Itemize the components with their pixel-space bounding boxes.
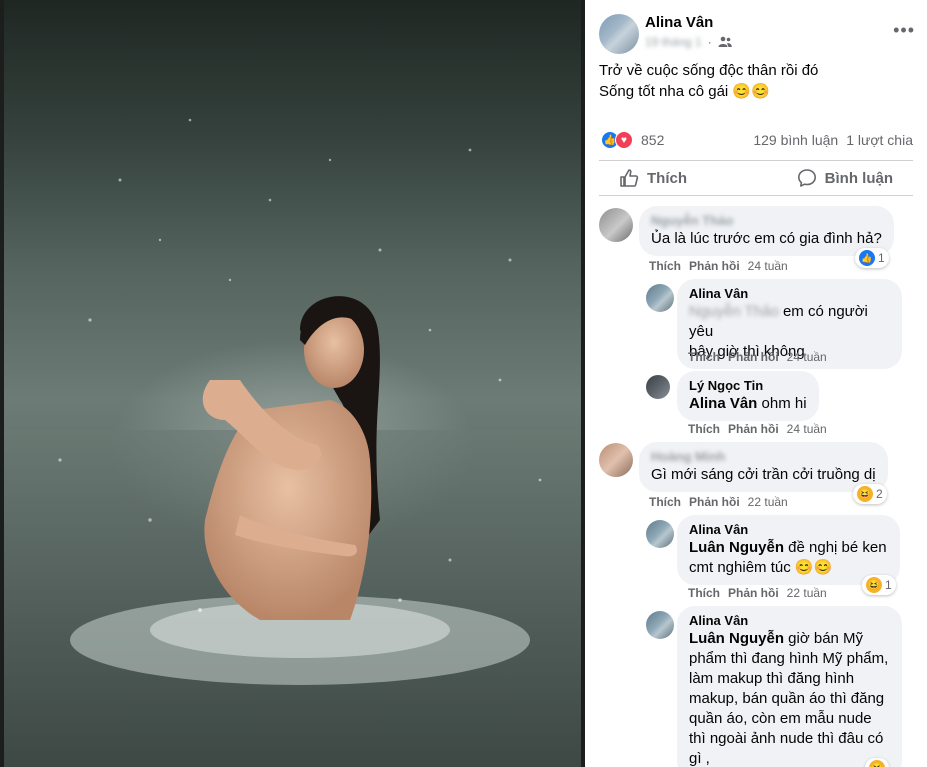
divider	[599, 160, 913, 161]
comment-reply-link[interactable]: Phản hồi	[689, 495, 740, 509]
reply-text-line: làm makup thì đăng hình	[689, 670, 855, 687]
comment-reactions[interactable]: 👍 1	[855, 248, 889, 268]
reply-author[interactable]: Alina Vân	[689, 286, 890, 302]
shares-count[interactable]: 1 lượt chia	[846, 132, 913, 148]
comment-button[interactable]: Bình luận	[777, 168, 913, 188]
reply-text-line-2: cmt nghiêm túc 😊😊	[689, 559, 833, 576]
thumbs-up-icon	[620, 169, 639, 187]
comment-reactions[interactable]: 😆 2	[853, 484, 887, 504]
replier-avatar[interactable]	[646, 520, 674, 548]
reply-text: Nguyễn Thảo em có người yêu	[689, 303, 868, 340]
comment-text: Ủa là lúc trước em có gia đình hả?	[651, 230, 882, 247]
more-options-icon[interactable]: •••	[893, 20, 915, 41]
post-actions: Thích Bình luận	[599, 163, 913, 193]
comment-text: Gì mới sáng cởi trần cởi truồng dị	[651, 466, 876, 483]
reply-text-line: phẩm thì đang hình Mỹ phẩm,	[689, 650, 889, 667]
post-text-line-2: Sống tốt nha cô gái 😊😊	[599, 83, 770, 100]
reply-mention[interactable]: Alina Vân	[689, 395, 757, 412]
reply-reply-link[interactable]: Phản hồi	[728, 422, 779, 436]
reply-reaction-count: 1	[885, 578, 892, 592]
comment-bubble: Hoàng Minh Gì mới sáng cởi trần cởi truồ…	[639, 442, 888, 492]
reply-text-line: gì ,	[689, 750, 710, 767]
post-time[interactable]: 19 tháng 1	[645, 35, 702, 49]
reaction-count[interactable]: 852	[641, 132, 664, 148]
post-text: Trở về cuộc sống độc thân rồi đó Sống tố…	[599, 60, 818, 102]
reply-mention[interactable]: Luân Nguyễn	[689, 539, 784, 556]
reply-time[interactable]: 24 tuần	[787, 422, 827, 436]
comment-icon	[797, 169, 816, 187]
comment-time[interactable]: 22 tuần	[748, 495, 788, 509]
like-reaction-icon: 👍	[859, 250, 875, 266]
comment-bubble: Nguyễn Thảo Ủa là lúc trước em có gia đì…	[639, 206, 894, 256]
reply-like-link[interactable]: Thích	[688, 350, 720, 364]
reply-actions: Thích Phản hồi 22 tuần	[688, 586, 827, 600]
reply-text: Luân Nguyễn đề nghị bé ken	[689, 539, 887, 556]
reply-mention[interactable]: Luân Nguyễn	[689, 630, 784, 647]
reply-text-line: makup, bán quần áo thì đăng	[689, 690, 885, 707]
comments-count[interactable]: 129 bình luận	[753, 132, 838, 148]
comment-reply-link[interactable]: Phản hồi	[689, 259, 740, 273]
reply-time[interactable]: 24 tuần	[787, 350, 827, 364]
friends-icon	[718, 36, 732, 47]
reply-actions: Thích Phản hồi 24 tuần	[688, 422, 827, 436]
reply-time[interactable]: 22 tuần	[787, 586, 827, 600]
reply-author[interactable]: Lý Ngọc Tin	[689, 378, 807, 394]
poster-avatar[interactable]	[599, 14, 639, 54]
like-label: Thích	[647, 169, 687, 187]
comment-label: Bình luận	[824, 169, 893, 187]
reply-text: Luân Nguyễn giờ bán Mỹ	[689, 630, 864, 647]
comment-time[interactable]: 24 tuần	[748, 259, 788, 273]
reply-reactions[interactable]: 😆	[865, 758, 889, 767]
reply-author[interactable]: Alina Vân	[689, 613, 890, 629]
comment-like-link[interactable]: Thích	[649, 495, 681, 509]
replier-avatar[interactable]	[646, 284, 674, 312]
comment-actions: Thích Phản hồi 22 tuần	[649, 495, 788, 509]
love-reaction-icon[interactable]: ♥	[615, 131, 633, 149]
replier-avatar[interactable]	[646, 611, 674, 639]
haha-reaction-icon: 😆	[857, 486, 873, 502]
reply-bubble: Alina Vân Luân Nguyễn đề nghị bé ken cmt…	[677, 515, 900, 585]
reply-reply-link[interactable]: Phản hồi	[728, 350, 779, 364]
post-side-panel: Alina Vân 19 tháng 1 · ••• Trở về cuộc s…	[585, 0, 927, 767]
comment-reaction-count: 2	[876, 487, 883, 501]
comment-author[interactable]: Hoàng Minh	[651, 449, 876, 465]
reply-bubble: Lý Ngọc Tin Alina Vân ohm hi	[677, 371, 819, 421]
comment-like-link[interactable]: Thích	[649, 259, 681, 273]
post-photo[interactable]	[0, 0, 585, 767]
haha-reaction-icon: 😆	[866, 577, 882, 593]
reply-reactions[interactable]: 😆 1	[862, 575, 896, 595]
replier-avatar[interactable]	[646, 375, 670, 399]
comment-author[interactable]: Nguyễn Thảo	[651, 213, 882, 229]
reactions-bar: 👍 ♥ 852 129 bình luận 1 lượt chia	[601, 130, 913, 150]
commenter-avatar[interactable]	[599, 443, 633, 477]
reply-text-line: thì ngoài ảnh nude thì đâu có	[689, 730, 884, 747]
comment-reaction-count: 1	[878, 251, 885, 265]
reply-author[interactable]: Alina Vân	[689, 522, 888, 538]
commenter-avatar[interactable]	[599, 208, 633, 242]
divider	[599, 195, 913, 196]
reply-text: Alina Vân ohm hi	[689, 395, 807, 412]
reply-text-line: quần áo, còn em mẫu nude	[689, 710, 872, 727]
photo-scene	[4, 118, 581, 767]
like-button[interactable]: Thích	[599, 168, 707, 188]
reply-reply-link[interactable]: Phản hồi	[728, 586, 779, 600]
post-text-line-1: Trở về cuộc sống độc thân rồi đó	[599, 62, 819, 79]
haha-reaction-icon: 😆	[869, 760, 885, 767]
dot-separator: ·	[707, 35, 712, 49]
reply-like-link[interactable]: Thích	[688, 586, 720, 600]
poster-name[interactable]: Alina Vân	[645, 14, 713, 31]
post-meta: 19 tháng 1 ·	[645, 35, 732, 49]
reply-actions: Thích Phản hồi 24 tuần	[688, 350, 827, 364]
reply-like-link[interactable]: Thích	[688, 422, 720, 436]
reply-mention[interactable]: Nguyễn Thảo	[689, 303, 779, 320]
comment-actions: Thích Phản hồi 24 tuần	[649, 259, 788, 273]
reply-bubble: Alina Vân Luân Nguyễn giờ bán Mỹ phẩm th…	[677, 606, 902, 767]
